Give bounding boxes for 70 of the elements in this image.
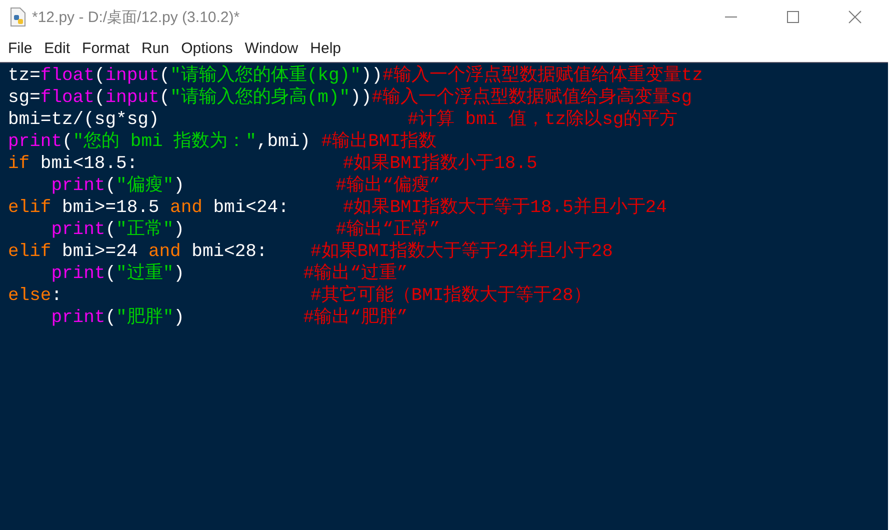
python-file-icon [10,7,26,27]
builtin-name: print [51,176,106,196]
code-text: tz= [8,66,40,86]
keyword: elif [8,198,52,218]
code-text: ( [94,66,106,86]
code-text: bmi>=18.5 [61,198,160,218]
menu-item[interactable]: Edit [38,40,76,56]
code-text: ( [159,66,170,86]
code-text: ( [105,220,116,240]
string-literal: "您的 bmi 指数为：" [72,132,256,152]
code-text: ( [105,264,116,284]
code-text: ) [174,220,186,240]
code-text: ( [105,176,116,196]
code-text: bmi<18.5: [39,154,139,174]
string-literal: "偏瘦" [116,176,174,196]
code-comment: #输入一个浮点型数据赋值给身高变量sg [372,88,692,108]
code-text: ( [159,88,170,108]
code-text: sg= [8,88,40,108]
menu-item[interactable]: Run [136,40,176,56]
string-literal: "请输入您的体重(kg)" [170,66,361,86]
builtin-name: input [105,66,160,86]
window-title: *12.py - D:/桌面/12.py (3.10.2)* [32,8,240,26]
builtin-name: input [105,88,160,108]
code-text: : [51,286,64,306]
code-comment: #输入一个浮点型数据赋值给体重变量tz [382,66,703,86]
menu-item[interactable]: File [2,40,38,56]
keyword: elif [8,242,52,262]
code-comment: #输出“肥胖” [303,308,408,328]
menu-item[interactable]: Help [304,40,347,56]
code-text: ( [105,308,116,328]
builtin-name: print [51,220,106,240]
code-comment: #输出“偏瘦” [336,176,440,196]
code-comment: #输出BMI指数 [321,132,436,152]
menu-item[interactable]: Format [76,40,136,56]
code-text: ( [62,132,73,152]
string-literal: "肥胖" [116,308,174,328]
code-comment: #计算 bmi 值，tz除以sg的平方 [408,110,678,130]
maximize-icon[interactable] [786,10,800,24]
code-comment: #输出“正常” [336,220,440,240]
code-comment: #如果BMI指数小于18.5 [342,154,538,174]
builtin-name: print [51,264,106,284]
code-text: )) [350,88,372,108]
code-text: ( [94,88,106,108]
code-text: bmi=tz/(sg*sg) [8,110,160,130]
code-text: ,bmi) [256,132,312,152]
builtin-name: float [40,66,94,86]
close-icon[interactable] [848,10,862,24]
code-comment: #如果BMI指数大于等于18.5并且小于24 [342,198,667,218]
code-text: ) [174,264,186,284]
code-text: )) [360,66,382,86]
menu-item[interactable]: Options [175,40,239,56]
keyword: else [8,286,52,306]
builtin-name: float [40,88,94,108]
builtin-name: print [51,308,106,328]
code-text: bmi<24: [212,198,290,218]
code-text: bmi>=24 [61,242,139,262]
menu-item[interactable]: Window [238,40,304,56]
code-comment: #其它可能（BMI指数大于等于28） [310,286,592,306]
string-literal: "请输入您的身高(m)" [170,88,350,108]
string-literal: "正常" [116,220,174,240]
keyword: and [170,198,202,218]
code-text: ) [174,176,186,196]
builtin-name: print [8,132,62,152]
keyword: if [8,154,30,174]
code-comment: #如果BMI指数大于等于24并且小于28 [310,242,613,262]
code-text: ) [174,308,186,328]
code-comment: #输出“过重” [303,264,408,284]
string-literal: "过重" [116,264,174,284]
keyword: and [148,242,181,262]
code-text: bmi<28: [190,242,268,262]
